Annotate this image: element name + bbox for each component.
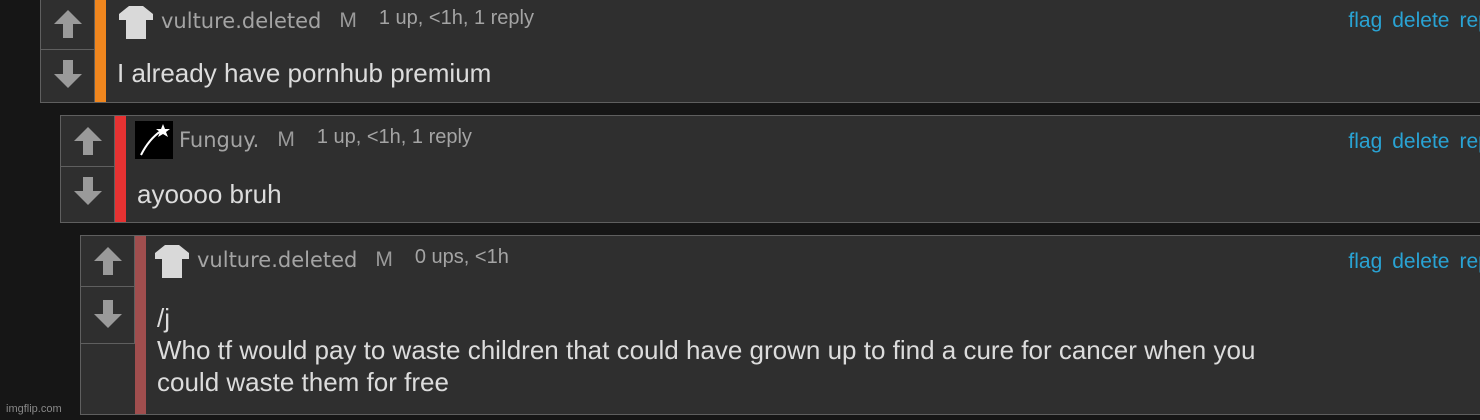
downvote-button[interactable] [81,289,134,339]
arrow-down-icon [73,177,102,205]
downvote-button[interactable] [41,49,94,99]
arrow-up-icon [53,10,82,38]
username[interactable]: vulture.deleted [197,248,357,272]
comment-header: vulture.deleted M 1 up, <1h, 1 reply [117,1,534,41]
flag-link[interactable]: flag [1348,250,1382,274]
delete-link[interactable]: delete [1392,130,1449,154]
arrow-down-icon [53,60,82,88]
comment: vulture.deleted M 1 up, <1h, 1 reply fla… [40,0,1480,103]
comment-body: ayoooo bruh [137,179,282,209]
arrow-down-icon [93,300,122,328]
delete-link[interactable]: delete [1392,250,1449,274]
comment-level-stripe [95,0,106,102]
flag-link[interactable]: flag [1348,130,1382,154]
comment-header: Funguy. M 1 up, <1h, 1 reply [135,120,472,160]
vote-column [61,116,115,222]
vote-column [41,0,95,102]
username[interactable]: vulture.deleted [161,9,321,33]
comment-level-stripe [115,116,126,222]
comment: vulture.deleted M 0 ups, <1h flag delete… [80,235,1480,415]
comment-meta: 1 up, <1h, 1 reply [378,6,534,29]
comment-actions: flag delete reply [1348,9,1480,33]
comment-actions: flag delete reply [1348,250,1480,274]
comment-level-stripe [135,236,146,414]
upvote-button[interactable] [41,0,94,50]
upvote-button[interactable] [61,116,114,167]
gender-label: M [277,128,295,151]
reply-link[interactable]: reply [1459,9,1480,33]
comment-actions: flag delete reply [1348,130,1480,154]
gender-label: M [375,248,393,271]
upvote-button[interactable] [81,236,134,287]
blank-tshirt-icon[interactable] [117,2,155,40]
reply-link[interactable]: reply [1459,130,1480,154]
comment: Funguy. M 1 up, <1h, 1 reply flag delete… [60,115,1480,223]
arrow-up-icon [93,247,122,275]
arrow-up-icon [73,127,102,155]
comment-meta: 1 up, <1h, 1 reply [316,125,472,148]
comment-body: /j Who tf would pay to waste children th… [157,303,1256,397]
username[interactable]: Funguy. [179,128,259,152]
gender-label: M [339,9,357,32]
watermark: imgflip.com [6,403,62,415]
reply-link[interactable]: reply [1459,250,1480,274]
flag-link[interactable]: flag [1348,9,1382,33]
downvote-button[interactable] [61,166,114,216]
comment-body: I already have pornhub premium [117,58,492,88]
vote-column [81,236,135,344]
shooting-star-icon[interactable] [135,121,173,159]
delete-link[interactable]: delete [1392,9,1449,33]
comment-meta: 0 ups, <1h [414,245,509,268]
comment-header: vulture.deleted M 0 ups, <1h [153,240,509,280]
comment-thread: vulture.deleted M 1 up, <1h, 1 reply fla… [0,0,1480,420]
blank-tshirt-icon[interactable] [153,241,191,279]
